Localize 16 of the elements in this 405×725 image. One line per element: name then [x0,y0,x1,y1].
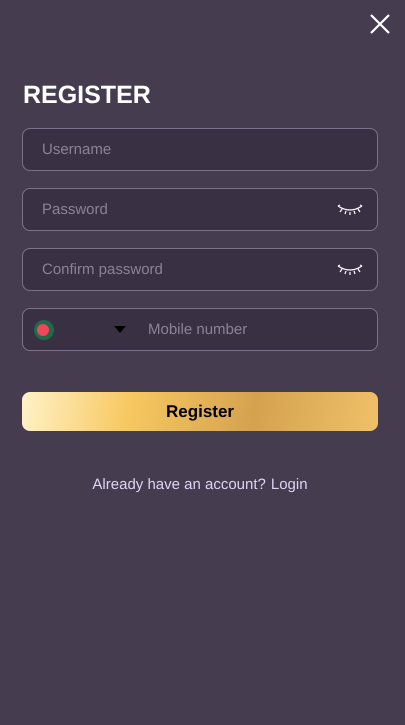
phone-field[interactable]: Mobile number [22,308,378,351]
text-input[interactable]: Username [42,141,363,158]
eye-closed-icon[interactable] [337,204,363,216]
phone-input[interactable]: Mobile number [148,321,363,338]
password-field[interactable]: Confirm password [22,248,378,291]
username-field[interactable]: Username [22,128,378,171]
account-prompt: Already have an account? [92,476,266,493]
password-input[interactable]: Password [42,201,329,218]
password-field[interactable]: Password [22,188,378,231]
close-icon[interactable] [369,13,391,35]
form-title: REGISTER [23,80,152,110]
login-link[interactable]: Login [270,476,308,493]
register-button[interactable]: Register [22,392,378,431]
eye-closed-icon[interactable] [337,264,363,276]
flag-icon[interactable] [34,320,54,340]
password-input[interactable]: Confirm password [42,261,329,278]
